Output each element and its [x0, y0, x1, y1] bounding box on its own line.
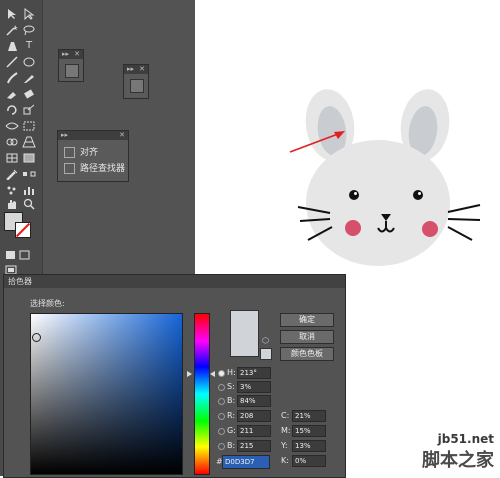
saturation-label: S:	[227, 382, 235, 391]
pathfinder-label: 路径查找器	[80, 164, 126, 174]
watermark: jb51.net 脚本之家	[422, 432, 494, 472]
eyedropper-tool-icon[interactable]	[5, 168, 19, 180]
color-picker-title-bar[interactable]: 拾色器	[4, 275, 345, 288]
panel-gradient-icon[interactable]	[130, 79, 144, 93]
panel-document-icon[interactable]	[65, 64, 79, 78]
graph-tool-icon[interactable]	[22, 184, 36, 196]
left-eye	[349, 190, 359, 200]
saturation-brightness-field[interactable]	[30, 313, 183, 475]
black-input[interactable]: 0%	[292, 455, 326, 467]
yellow-label: Y:	[281, 441, 288, 450]
perspective-grid-tool-icon[interactable]	[22, 136, 36, 148]
mouse-head	[306, 140, 450, 266]
eraser-tool-icon[interactable]	[22, 88, 36, 100]
free-transform-tool-icon[interactable]	[22, 120, 36, 132]
right-cheek	[422, 221, 438, 237]
magic-wand-tool-icon[interactable]	[5, 24, 19, 36]
hue-label: H:	[227, 368, 236, 377]
align-icon	[64, 147, 75, 158]
ok-button[interactable]: 确定	[280, 313, 334, 327]
color-swatches-button[interactable]: 颜色色板	[280, 347, 334, 361]
mouse-artwork	[297, 89, 481, 266]
align-pathfinder-panel: ▸▸ ✕ 对齐 路径查找器	[57, 130, 129, 182]
rotate-tool-icon[interactable]	[5, 104, 19, 116]
panel-collapse-icon[interactable]: ▸▸	[127, 66, 134, 73]
saturation-radio[interactable]	[218, 384, 225, 391]
left-cheek	[345, 220, 361, 236]
saturation-input[interactable]: 3%	[237, 381, 271, 393]
panel-collapse-icon[interactable]: ▸▸	[61, 132, 68, 139]
brightness-input[interactable]: 84%	[237, 395, 271, 407]
blue-input[interactable]: 215	[237, 440, 271, 452]
hex-input[interactable]: D0D3D7	[222, 455, 270, 469]
width-tool-icon[interactable]	[5, 120, 19, 132]
draw-normal-icon[interactable]	[4, 249, 18, 261]
color-picker-title: 拾色器	[8, 277, 32, 286]
panel-close-icon[interactable]: ✕	[74, 51, 80, 58]
cyan-input[interactable]: 21%	[292, 410, 326, 422]
paintbrush-tool-icon[interactable]	[5, 72, 19, 84]
symbol-sprayer-tool-icon[interactable]	[5, 184, 19, 196]
green-input[interactable]: 211	[237, 425, 271, 437]
hue-slider-right-arrow-icon[interactable]	[210, 371, 215, 377]
collapsed-panel-1[interactable]: ▸▸ ✕	[58, 49, 84, 82]
red-radio[interactable]	[218, 413, 225, 420]
pathfinder-panel-tab[interactable]: 路径查找器	[64, 162, 125, 176]
stroke-color-swatch[interactable]	[15, 222, 31, 238]
shape-builder-tool-icon[interactable]	[5, 136, 19, 148]
mesh-tool-icon[interactable]	[5, 152, 19, 164]
black-label: K:	[281, 456, 289, 465]
web-safe-color-swatch[interactable]	[260, 348, 272, 360]
brightness-label: B:	[227, 396, 236, 405]
collapsed-panel-2[interactable]: ▸▸ ✕	[123, 64, 149, 99]
ellipse-tool-icon[interactable]	[22, 56, 36, 68]
watermark-name: 脚本之家	[422, 450, 494, 471]
watermark-site: jb51.net	[437, 432, 494, 446]
color-preview-swatch	[230, 310, 259, 357]
right-eye	[413, 190, 423, 200]
out-of-gamut-icon[interactable]: ⬡	[262, 337, 270, 345]
direct-selection-tool-icon[interactable]	[22, 8, 36, 20]
brightness-radio[interactable]	[218, 398, 225, 405]
align-label: 对齐	[80, 148, 99, 158]
blend-tool-icon[interactable]	[22, 168, 36, 180]
gradient-tool-icon[interactable]	[22, 152, 36, 164]
hue-radio[interactable]	[218, 370, 225, 377]
yellow-input[interactable]: 13%	[292, 440, 326, 452]
panel-close-icon[interactable]: ✕	[139, 66, 145, 73]
color-field-marker[interactable]	[32, 333, 41, 342]
type-tool-icon[interactable]: T	[22, 40, 36, 52]
panel-close-icon[interactable]: ✕	[119, 132, 125, 139]
select-color-label: 选择颜色:	[30, 299, 65, 308]
red-input[interactable]: 208	[237, 410, 271, 422]
hand-tool-icon[interactable]	[5, 198, 19, 210]
align-panel-tab[interactable]: 对齐	[64, 146, 98, 160]
color-picker-dialog: 拾色器 选择颜色: ⬡ 确定 取消 颜色色板 H: 213° S: 3% B: …	[3, 274, 346, 478]
magenta-label: M:	[281, 426, 291, 435]
zoom-tool-icon[interactable]	[22, 198, 36, 210]
pencil-tool-icon[interactable]	[22, 72, 36, 84]
blue-label: B:	[227, 441, 236, 450]
green-label: G:	[227, 426, 236, 435]
lasso-tool-icon[interactable]	[22, 24, 36, 36]
line-tool-icon[interactable]	[5, 56, 19, 68]
cyan-label: C:	[281, 411, 290, 420]
hue-slider-left-arrow-icon[interactable]	[187, 371, 192, 377]
hue-input[interactable]: 213°	[237, 367, 271, 379]
cancel-button[interactable]: 取消	[280, 330, 334, 344]
selection-tool-icon[interactable]	[5, 8, 19, 20]
magenta-input[interactable]: 15%	[292, 425, 326, 437]
pathfinder-icon	[64, 163, 75, 174]
draw-behind-icon[interactable]	[18, 249, 32, 261]
scale-tool-icon[interactable]	[22, 104, 36, 116]
hue-slider[interactable]	[194, 313, 210, 475]
pen-tool-icon[interactable]	[5, 40, 19, 52]
blob-brush-tool-icon[interactable]	[5, 88, 19, 100]
annotation-arrow	[289, 131, 345, 153]
green-radio[interactable]	[218, 428, 225, 435]
panel-collapse-icon[interactable]: ▸▸	[62, 51, 69, 58]
blue-radio[interactable]	[218, 443, 225, 450]
red-label: R:	[227, 411, 236, 420]
